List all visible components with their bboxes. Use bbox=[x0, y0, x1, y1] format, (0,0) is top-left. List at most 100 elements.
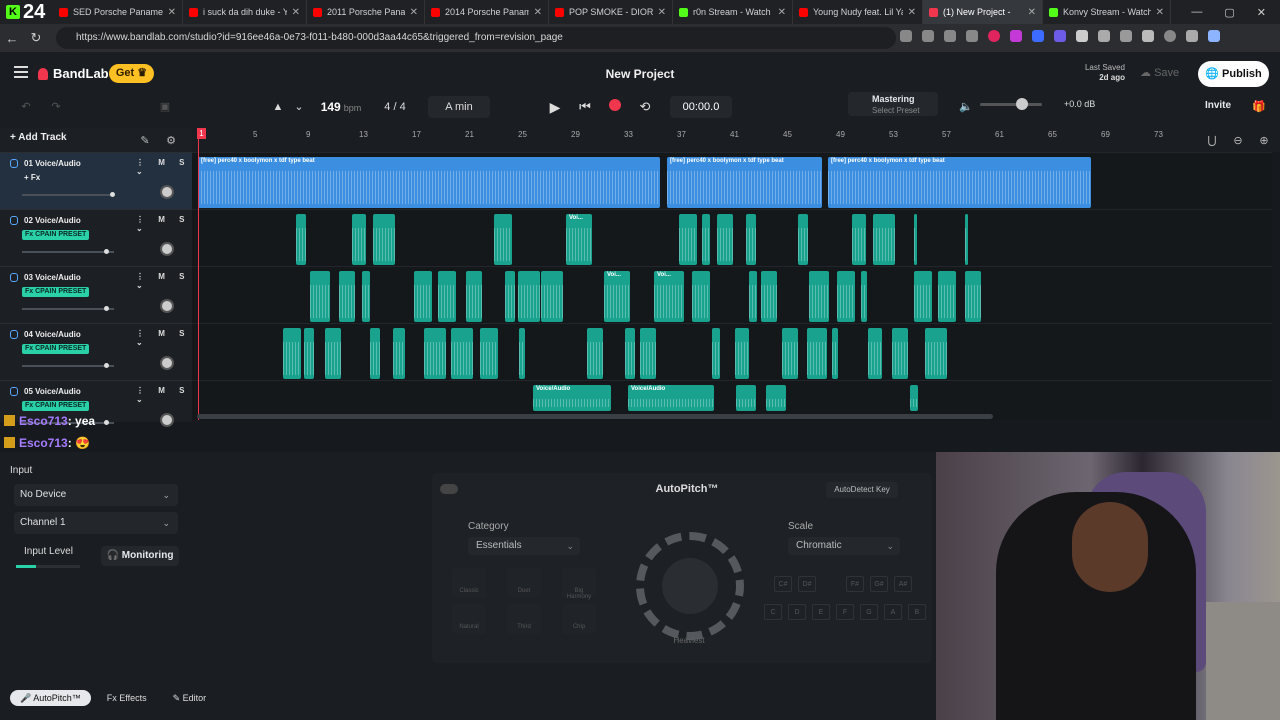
scale-note-key[interactable]: F# bbox=[846, 576, 864, 592]
track-name[interactable]: 03 Voice/Audio bbox=[24, 273, 81, 282]
reload-icon[interactable]: ↻ bbox=[24, 30, 48, 46]
vocal-clip[interactable] bbox=[370, 328, 380, 379]
track-volume-slider[interactable] bbox=[22, 192, 115, 197]
track-lane[interactable] bbox=[192, 323, 1272, 380]
project-title[interactable]: New Project bbox=[560, 67, 720, 81]
vocal-clip[interactable] bbox=[702, 214, 710, 265]
vocal-clip[interactable] bbox=[296, 214, 306, 265]
undo-icon[interactable]: ↶ bbox=[16, 96, 36, 118]
record-button[interactable] bbox=[609, 99, 621, 111]
vocal-clip[interactable]: Voice/Audio bbox=[533, 385, 611, 411]
vocal-clip[interactable] bbox=[494, 214, 512, 265]
vocal-clip[interactable] bbox=[414, 271, 432, 322]
tab-close-icon[interactable]: ✕ bbox=[1028, 7, 1036, 18]
track-volume-slider[interactable] bbox=[22, 249, 114, 254]
publish-button[interactable]: 🌐 Publish bbox=[1198, 61, 1269, 87]
redo-icon[interactable]: ↷ bbox=[46, 96, 66, 118]
vocal-clip[interactable] bbox=[809, 271, 829, 322]
vocal-clip[interactable] bbox=[339, 271, 355, 322]
track-lane[interactable]: Voice/Audio Voice/Audio bbox=[192, 380, 1272, 437]
browser-tab[interactable]: Young Nudy feat. Lil Ya ✕ bbox=[793, 0, 923, 24]
vocal-clip[interactable] bbox=[761, 271, 777, 322]
window-controls[interactable]: — ▢ ✕ bbox=[1191, 6, 1280, 19]
scale-note-key[interactable]: B bbox=[908, 604, 926, 620]
scale-note-key[interactable]: A# bbox=[894, 576, 912, 592]
input-device-dropdown[interactable]: No Device ⌄ bbox=[14, 484, 178, 506]
browser-tab[interactable]: i suck da dih duke - Yo ✕ bbox=[183, 0, 307, 24]
extension-icons[interactable] bbox=[900, 30, 1220, 42]
mastering-button[interactable]: Mastering Select Preset bbox=[848, 92, 938, 116]
vocal-clip[interactable] bbox=[766, 385, 786, 411]
tab-close-icon[interactable]: ✕ bbox=[778, 7, 786, 18]
vocal-clip[interactable] bbox=[640, 328, 656, 379]
track-lane[interactable]: [free] perc40 x boolymon x tdf type beat… bbox=[192, 152, 1272, 209]
track-name[interactable]: 05 Voice/Audio bbox=[24, 387, 81, 396]
category-dropdown[interactable]: Essentials ⌄ bbox=[468, 537, 580, 555]
playhead[interactable] bbox=[198, 128, 199, 420]
tab-close-icon[interactable]: ✕ bbox=[1156, 7, 1164, 18]
vocal-clip[interactable] bbox=[749, 271, 757, 322]
vocal-clip[interactable] bbox=[325, 328, 341, 379]
arrangement-lanes[interactable]: [free] perc40 x boolymon x tdf type beat… bbox=[192, 152, 1272, 420]
scale-note-key[interactable]: C# bbox=[774, 576, 792, 592]
loop-icon[interactable]: ⟲ bbox=[636, 96, 654, 118]
vocal-clip[interactable] bbox=[807, 328, 827, 379]
add-track-button[interactable]: + Add Track bbox=[10, 132, 67, 143]
vocal-clip[interactable] bbox=[625, 328, 635, 379]
scale-note-key[interactable]: G# bbox=[870, 576, 888, 592]
track-name[interactable]: 01 Voice/Audio bbox=[24, 159, 81, 168]
vocal-clip[interactable] bbox=[352, 214, 366, 265]
scale-note-key[interactable]: C bbox=[764, 604, 782, 620]
vocal-clip[interactable] bbox=[837, 271, 855, 322]
vocal-clip[interactable] bbox=[304, 328, 314, 379]
horizontal-scrollbar[interactable] bbox=[197, 414, 993, 419]
magnet-icon[interactable]: ⋃ bbox=[1206, 130, 1218, 152]
browser-tab[interactable]: 2011 Porsche Panamer ✕ bbox=[307, 0, 425, 24]
vocal-clip[interactable] bbox=[679, 214, 697, 265]
track-name[interactable]: 02 Voice/Audio bbox=[24, 216, 81, 225]
autopitch-preset[interactable]: Classic bbox=[452, 568, 486, 598]
track-volume-slider[interactable] bbox=[22, 306, 114, 311]
vocal-clip[interactable] bbox=[852, 214, 866, 265]
timeline-ruler[interactable]: 5 9 13 17 21 25 29 33 37 41 45 49 53 57 61 65 69 73 bbox=[192, 128, 1280, 152]
tab-close-icon[interactable]: ✕ bbox=[292, 7, 300, 18]
tab-close-icon[interactable]: ✕ bbox=[168, 7, 176, 18]
vocal-clip[interactable] bbox=[424, 328, 446, 379]
vocal-clip[interactable] bbox=[692, 271, 710, 322]
gift-icon[interactable]: 🎁 bbox=[1252, 96, 1266, 118]
fx-badge[interactable]: Fx CPAIN PRESET bbox=[22, 344, 90, 354]
invite-button[interactable]: Invite bbox=[1198, 96, 1238, 116]
beat-clip[interactable]: [free] perc40 x boolymon x tdf type beat bbox=[828, 157, 1091, 208]
vocal-clip[interactable] bbox=[914, 271, 932, 322]
browser-tab[interactable]: (1) New Project - ✕ bbox=[923, 0, 1043, 24]
browser-tab[interactable]: SED Porsche Panamer ✕ bbox=[53, 0, 183, 24]
vocal-clip[interactable] bbox=[712, 328, 720, 379]
vocal-clip[interactable] bbox=[868, 328, 882, 379]
vocal-clip[interactable] bbox=[938, 271, 956, 322]
back-icon[interactable]: ← bbox=[0, 31, 24, 46]
fx-badge[interactable]: Fx CPAIN PRESET bbox=[22, 230, 90, 240]
vocal-clip[interactable] bbox=[746, 214, 756, 265]
vocal-clip[interactable] bbox=[910, 385, 918, 411]
scale-dropdown[interactable]: Chromatic ⌄ bbox=[788, 537, 900, 555]
scale-note-key[interactable]: D# bbox=[798, 576, 816, 592]
scale-note-key[interactable]: G bbox=[860, 604, 878, 620]
vocal-clip[interactable] bbox=[965, 214, 968, 265]
track-lane[interactable]: Voi... bbox=[192, 209, 1272, 266]
track-lane[interactable]: Voi... Voi... bbox=[192, 266, 1272, 323]
vocal-clip[interactable]: Voi... bbox=[604, 271, 630, 322]
track-name[interactable]: 04 Voice/Audio bbox=[24, 330, 81, 339]
pan-knob[interactable] bbox=[160, 242, 174, 256]
vocal-clip[interactable] bbox=[587, 328, 603, 379]
mute-solo-buttons[interactable]: ⋮ M S ⌄ bbox=[136, 215, 192, 233]
autopitch-toggle[interactable] bbox=[440, 484, 458, 494]
vocal-clip[interactable] bbox=[283, 328, 301, 379]
pan-knob[interactable] bbox=[160, 356, 174, 370]
scale-note-key[interactable]: A bbox=[884, 604, 902, 620]
vocal-clip[interactable] bbox=[925, 328, 947, 379]
vocal-clip[interactable] bbox=[541, 271, 563, 322]
vocal-clip[interactable]: Voi... bbox=[654, 271, 684, 322]
tab-close-icon[interactable]: ✕ bbox=[658, 7, 666, 18]
time-signature[interactable]: 4 / 4 bbox=[378, 96, 412, 118]
bandlab-logo[interactable]: BandLab bbox=[38, 66, 109, 81]
